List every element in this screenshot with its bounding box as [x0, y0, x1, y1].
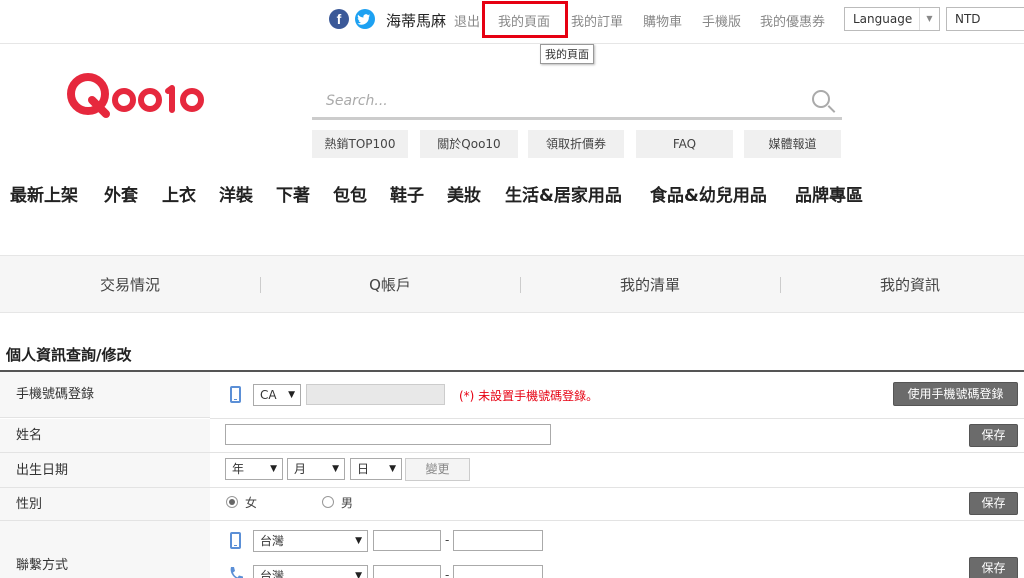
- tel-number-input[interactable]: [453, 565, 543, 578]
- cart-link[interactable]: 購物車: [643, 11, 682, 30]
- birthday-label: 出生日期: [0, 453, 210, 488]
- chevron-down-icon: ▼: [288, 390, 295, 400]
- category-food-baby[interactable]: 食品&幼兒用品: [650, 181, 767, 206]
- phone-number-input: [306, 384, 445, 405]
- quick-link-top100[interactable]: 熱銷TOP100: [312, 130, 408, 158]
- chevron-down-icon: ▼: [919, 8, 939, 30]
- category-dresses[interactable]: 洋裝: [219, 181, 253, 206]
- language-label: Language: [853, 12, 913, 26]
- name-input[interactable]: [225, 424, 551, 445]
- contact-country-select-1[interactable]: 台灣 ▼: [253, 530, 368, 552]
- top-bar: f 海蒂馬麻 退出 我的頁面 我的訂單 購物車 手機版 我的優惠券 Langua…: [0, 0, 1024, 44]
- contact-save-button[interactable]: 保存: [969, 557, 1018, 578]
- phone-dash: -: [445, 568, 450, 578]
- coupons-link[interactable]: 我的優惠券: [760, 11, 825, 30]
- mobile-area-input[interactable]: [373, 530, 441, 551]
- my-orders-link[interactable]: 我的訂單: [571, 11, 623, 30]
- category-beauty[interactable]: 美妝: [447, 181, 481, 206]
- gender-save-button[interactable]: 保存: [969, 492, 1018, 515]
- birthday-change-button[interactable]: 變更: [405, 458, 470, 481]
- contact-country-select-2[interactable]: 台灣 ▼: [253, 565, 368, 578]
- logout-link[interactable]: 退出: [454, 11, 480, 30]
- category-new[interactable]: 最新上架: [10, 181, 78, 206]
- gender-female-label: 女: [245, 496, 258, 510]
- search-icon[interactable]: [812, 90, 830, 108]
- gender-female-radio[interactable]: [226, 496, 238, 508]
- phone-login-button[interactable]: 使用手機號碼登錄: [893, 382, 1018, 406]
- contact-label: 聯繫方式: [0, 521, 210, 578]
- chevron-down-icon: ▼: [389, 464, 396, 474]
- row-divider: [210, 452, 1024, 453]
- phone-login-label: 手機號碼登錄: [0, 372, 210, 418]
- country-code-select[interactable]: CA ▼: [253, 384, 301, 406]
- tooltip: 我的頁面: [540, 44, 594, 64]
- currency-dropdown[interactable]: NTD: [946, 7, 1024, 31]
- twitter-icon[interactable]: [355, 9, 375, 29]
- birth-day-select[interactable]: 日 ▼: [350, 458, 402, 480]
- logo-graphic: [67, 73, 204, 118]
- tab-transactions[interactable]: 交易情況: [0, 256, 260, 314]
- category-home[interactable]: 生活&居家用品: [505, 181, 622, 206]
- gender-male-radio[interactable]: [322, 496, 334, 508]
- contact-country-value-1: 台灣: [260, 534, 285, 548]
- birth-month-select[interactable]: 月 ▼: [287, 458, 345, 480]
- gender-male-label: 男: [341, 496, 354, 510]
- mobile-link[interactable]: 手機版: [702, 11, 741, 30]
- phone-icon: [230, 386, 241, 403]
- mobile-number-input[interactable]: [453, 530, 543, 551]
- row-divider: [210, 520, 1024, 521]
- highlight-box: [482, 1, 568, 38]
- category-brands[interactable]: 品牌專區: [795, 181, 863, 206]
- currency-label: NTD: [955, 12, 981, 26]
- phone-dash: -: [445, 533, 450, 547]
- language-dropdown[interactable]: Language ▼: [844, 7, 940, 31]
- qoo10-logo[interactable]: [66, 70, 211, 120]
- birth-year-value: 年: [232, 462, 245, 476]
- mobile-phone-icon: [230, 532, 241, 549]
- profile-form: 手機號碼登錄 CA ▼ (*) 未設置手機號碼登錄。 使用手機號碼登錄 姓名 保…: [0, 370, 1024, 578]
- category-bottoms[interactable]: 下著: [276, 181, 310, 206]
- quick-link-faq[interactable]: FAQ: [636, 130, 733, 158]
- mypage-tabs: 交易情況 Q帳戶 我的清單 我的資訊: [0, 255, 1024, 313]
- row-divider: [210, 418, 1024, 419]
- search-input[interactable]: [326, 90, 796, 112]
- facebook-icon[interactable]: f: [329, 9, 349, 29]
- category-shoes[interactable]: 鞋子: [390, 181, 424, 206]
- search-bar: [312, 82, 842, 120]
- tab-my-list[interactable]: 我的清單: [520, 256, 780, 314]
- row-divider: [210, 487, 1024, 488]
- tab-q-account[interactable]: Q帳戶: [260, 256, 520, 314]
- chevron-down-icon: ▼: [355, 571, 362, 578]
- phone-warning: (*) 未設置手機號碼登錄。: [459, 389, 599, 403]
- quick-link-coupons[interactable]: 領取折價券: [528, 130, 624, 158]
- telephone-icon: [228, 566, 244, 578]
- category-bags[interactable]: 包包: [333, 181, 367, 206]
- chevron-down-icon: ▼: [270, 464, 277, 474]
- quick-link-media[interactable]: 媒體報道: [744, 130, 841, 158]
- section-title: 個人資訊查詢/修改: [6, 346, 132, 364]
- contact-country-value-2: 台灣: [260, 569, 285, 578]
- name-save-button[interactable]: 保存: [969, 424, 1018, 447]
- chevron-down-icon: ▼: [355, 536, 362, 546]
- country-code-value: CA: [260, 388, 277, 402]
- tel-area-input[interactable]: [373, 565, 441, 578]
- tab-my-info[interactable]: 我的資訊: [780, 256, 1024, 314]
- birth-day-value: 日: [357, 462, 370, 476]
- birth-month-value: 月: [294, 462, 307, 476]
- quick-link-about[interactable]: 關於Qoo10: [420, 130, 518, 158]
- username: 海蒂馬麻: [386, 12, 447, 30]
- chevron-down-icon: ▼: [332, 464, 339, 474]
- category-tops[interactable]: 上衣: [162, 181, 196, 206]
- name-label: 姓名: [0, 419, 210, 453]
- gender-label: 性別: [0, 488, 210, 521]
- birth-year-select[interactable]: 年 ▼: [225, 458, 283, 480]
- category-outerwear[interactable]: 外套: [104, 181, 138, 206]
